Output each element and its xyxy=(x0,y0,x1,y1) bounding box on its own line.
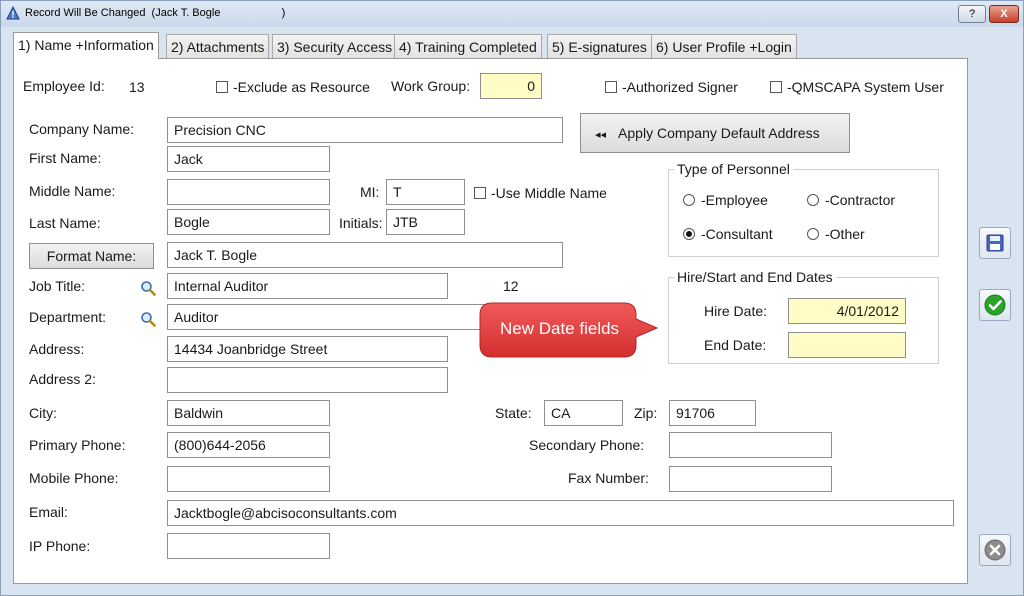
exclude-resource-checkbox[interactable] xyxy=(216,81,228,93)
dates-group-title: Hire/Start and End Dates xyxy=(674,269,836,285)
department-label: Department: xyxy=(29,309,107,325)
end-date-input[interactable] xyxy=(788,332,906,358)
ip-phone-label: IP Phone: xyxy=(29,538,91,554)
zip-label: Zip: xyxy=(634,405,658,421)
tab-e-signatures[interactable]: 5) E-signatures xyxy=(547,34,652,58)
employee-radio[interactable] xyxy=(683,194,695,206)
contractor-radio-label: -Contractor xyxy=(825,192,896,208)
fax-number-label: Fax Number: xyxy=(568,470,649,486)
secondary-phone-input[interactable] xyxy=(669,432,832,458)
save-button[interactable] xyxy=(979,227,1011,259)
format-name-button[interactable]: Format Name: xyxy=(29,243,154,269)
mobile-phone-input[interactable] xyxy=(167,466,330,492)
employee-id-value: 13 xyxy=(129,79,145,95)
apply-default-address-button[interactable]: ◂◂ Apply Company Default Address xyxy=(580,113,850,153)
other-radio-label: -Other xyxy=(825,226,865,242)
new-date-fields-callout: New Date fields xyxy=(478,301,659,359)
dialog-window: Record Will Be Changed (Jack T. Bogle ) … xyxy=(0,0,1024,596)
double-left-arrow-icon: ◂◂ xyxy=(595,129,607,141)
zip-input[interactable]: 91706 xyxy=(669,400,756,426)
employee-id-label: Employee Id: xyxy=(23,78,105,94)
hire-date-label: Hire Date: xyxy=(704,303,768,319)
job-title-lookup-icon[interactable] xyxy=(140,280,156,296)
ok-button[interactable] xyxy=(979,289,1011,321)
hire-date-input[interactable]: 4/01/2012 xyxy=(788,298,906,324)
fax-number-input[interactable] xyxy=(669,466,832,492)
initials-label: Initials: xyxy=(339,215,383,231)
middle-name-input[interactable] xyxy=(167,179,330,205)
authorized-signer-checkbox[interactable] xyxy=(605,81,617,93)
initials-input[interactable]: JTB xyxy=(386,209,465,235)
personnel-type-title: Type of Personnel xyxy=(674,161,793,177)
first-name-label: First Name: xyxy=(29,150,102,166)
apply-default-address-label: Apply Company Default Address xyxy=(618,125,820,141)
close-window-button[interactable]: X xyxy=(989,5,1019,23)
job-title-code: 12 xyxy=(503,278,519,294)
state-input[interactable]: CA xyxy=(544,400,623,426)
address2-input[interactable] xyxy=(167,367,448,393)
authorized-signer-label: -Authorized Signer xyxy=(622,79,738,95)
title-bar: Record Will Be Changed (Jack T. Bogle ) … xyxy=(1,1,1023,27)
city-input[interactable]: Baldwin xyxy=(167,400,330,426)
state-label: State: xyxy=(495,405,532,421)
address2-label: Address 2: xyxy=(29,371,96,387)
middle-name-label: Middle Name: xyxy=(29,183,116,199)
formatted-name-input[interactable]: Jack T. Bogle xyxy=(167,242,563,268)
employee-radio-label: -Employee xyxy=(701,192,768,208)
primary-phone-input[interactable]: (800)644-2056 xyxy=(167,432,330,458)
mi-input[interactable]: T xyxy=(386,179,465,205)
ip-phone-input[interactable] xyxy=(167,533,330,559)
consultant-radio[interactable] xyxy=(683,228,695,240)
job-title-label: Job Title: xyxy=(29,278,86,294)
department-input[interactable]: Auditor xyxy=(167,304,497,330)
tab-training-completed[interactable]: 4) Training Completed xyxy=(394,34,542,58)
city-label: City: xyxy=(29,405,57,421)
exclude-resource-label: -Exclude as Resource xyxy=(233,79,370,95)
primary-phone-label: Primary Phone: xyxy=(29,437,126,453)
gray-x-icon xyxy=(984,539,1006,561)
callout-text: New Date fields xyxy=(500,319,620,338)
company-name-input[interactable]: Precision CNC xyxy=(167,117,563,143)
last-name-input[interactable]: Bogle xyxy=(167,209,330,235)
work-group-input[interactable]: 0 xyxy=(480,73,542,99)
email-label: Email: xyxy=(29,504,68,520)
use-middle-name-checkbox[interactable] xyxy=(474,187,486,199)
company-name-label: Company Name: xyxy=(29,121,135,137)
other-radio[interactable] xyxy=(807,228,819,240)
first-name-input[interactable]: Jack xyxy=(167,146,330,172)
consultant-radio-label: -Consultant xyxy=(701,226,773,242)
qmscapa-user-label: -QMSCAPA System User xyxy=(787,79,944,95)
app-warning-icon xyxy=(6,6,20,20)
address-input[interactable]: 14434 Joanbridge Street xyxy=(167,336,448,362)
tab-user-profile-login[interactable]: 6) User Profile +Login xyxy=(651,34,797,58)
tab-attachments[interactable]: 2) Attachments xyxy=(166,34,270,58)
tab-security-access[interactable]: 3) Security Access xyxy=(272,34,398,58)
end-date-label: End Date: xyxy=(704,337,767,353)
address-label: Address: xyxy=(29,341,85,357)
email-input[interactable]: Jacktbogle@abcisoconsultants.com xyxy=(167,500,954,526)
qmscapa-user-checkbox[interactable] xyxy=(770,81,782,93)
personnel-type-group xyxy=(668,169,939,257)
mi-label: MI: xyxy=(360,184,380,200)
department-lookup-icon[interactable] xyxy=(140,311,156,327)
use-middle-name-label: -Use Middle Name xyxy=(491,185,607,201)
work-group-label: Work Group: xyxy=(391,78,471,94)
floppy-disk-icon xyxy=(986,234,1004,252)
help-button[interactable]: ? xyxy=(958,5,986,23)
job-title-input[interactable]: Internal Auditor xyxy=(167,273,448,299)
last-name-label: Last Name: xyxy=(29,215,101,231)
green-check-icon xyxy=(984,294,1006,316)
tab-name-information[interactable]: 1) Name +Information xyxy=(13,32,159,59)
contractor-radio[interactable] xyxy=(807,194,819,206)
mobile-phone-label: Mobile Phone: xyxy=(29,470,119,486)
window-title: Record Will Be Changed (Jack T. Bogle ) xyxy=(25,7,286,19)
secondary-phone-label: Secondary Phone: xyxy=(529,437,645,453)
cancel-button[interactable] xyxy=(979,534,1011,566)
